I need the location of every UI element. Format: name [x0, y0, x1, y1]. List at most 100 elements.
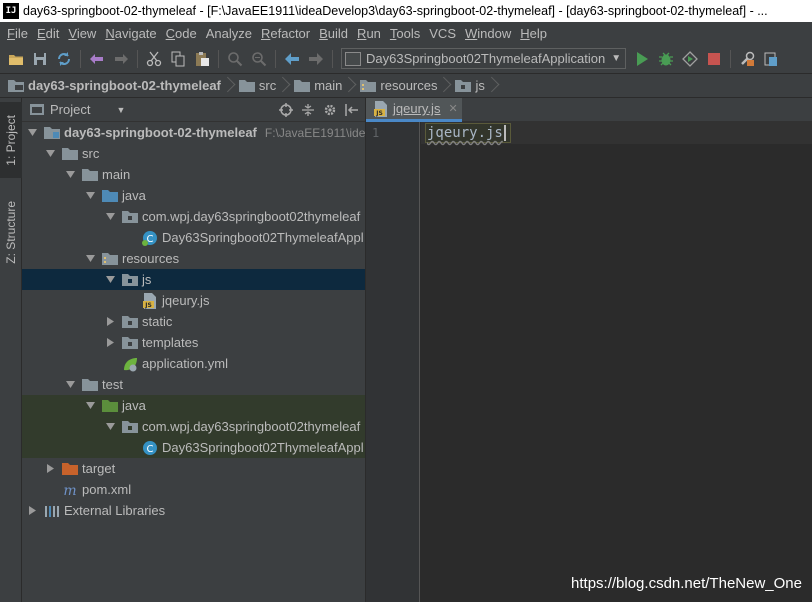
menu-analyze[interactable]: Analyze [203, 26, 258, 41]
expanded-arrow-icon[interactable] [104, 211, 116, 223]
tree-item-pom-xml[interactable]: m pom.xml [22, 479, 365, 500]
tree-item-templates[interactable]: templates [22, 332, 365, 353]
tree-item-project-root[interactable]: day63-springboot-02-thymeleaf F:\JavaEE1… [22, 122, 365, 143]
menu-tools[interactable]: Tools [387, 26, 426, 41]
copy-icon[interactable] [167, 48, 189, 70]
tree-item-main[interactable]: main [22, 164, 365, 185]
editor-text-area[interactable]: jqeury.js [421, 122, 812, 602]
menu-window[interactable]: Window [462, 26, 517, 41]
tree-item-test-java[interactable]: java [22, 395, 365, 416]
run-configuration-select[interactable]: Day63Springboot02ThymeleafApplication ▼ [341, 48, 627, 69]
menu-navigate[interactable]: Navigate [102, 26, 162, 41]
tree-item-external-libraries[interactable]: External Libraries [22, 500, 365, 521]
hide-panel-icon[interactable] [345, 103, 359, 117]
cut-icon[interactable] [143, 48, 165, 70]
collapsed-arrow-icon[interactable] [26, 505, 38, 517]
menu-file[interactable]: File [4, 26, 34, 41]
open-folder-icon[interactable] [5, 48, 27, 70]
close-icon[interactable]: ✕ [448, 102, 457, 115]
project-view-icon [30, 104, 44, 115]
toolbar-separator [80, 49, 81, 68]
tree-item-js-folder[interactable]: js [22, 269, 365, 290]
tool-tab-structure[interactable]: Z: Structure [0, 190, 22, 274]
menu-refactor[interactable]: Refactor [258, 26, 316, 41]
tree-item-resources[interactable]: resources [22, 248, 365, 269]
editor-gutter: 1 [366, 122, 420, 602]
expanded-arrow-icon[interactable] [26, 127, 38, 139]
excluded-folder-icon [62, 461, 78, 477]
collapse-all-icon[interactable] [301, 103, 315, 117]
gear-icon[interactable] [323, 103, 337, 117]
locate-icon[interactable] [279, 102, 293, 117]
tree-item-static[interactable]: static [22, 311, 365, 332]
menu-vcs[interactable]: VCS [426, 26, 462, 41]
package-folder-icon [122, 314, 138, 330]
menu-build[interactable]: Build [316, 26, 354, 41]
collapsed-arrow-icon[interactable] [104, 316, 116, 328]
breadcrumb-item-main[interactable]: main [294, 78, 342, 93]
tree-item-test[interactable]: test [22, 374, 365, 395]
menu-code[interactable]: Code [163, 26, 203, 41]
collapsed-arrow-icon[interactable] [44, 463, 56, 475]
java-class-icon: C [142, 440, 158, 456]
debug-icon[interactable] [655, 48, 677, 70]
stop-icon[interactable] [703, 48, 725, 70]
resources-folder-icon [102, 251, 118, 267]
chevron-down-icon[interactable]: ▼ [116, 105, 125, 115]
replace-icon[interactable] [248, 48, 270, 70]
run-icon[interactable] [631, 48, 653, 70]
tree-item-target[interactable]: target [22, 458, 365, 479]
breadcrumb-item-js[interactable]: js [455, 78, 485, 93]
save-icon[interactable] [29, 48, 51, 70]
package-icon [122, 419, 138, 435]
expanded-arrow-icon[interactable] [64, 379, 76, 391]
redo-icon[interactable] [110, 48, 132, 70]
menu-run[interactable]: Run [354, 26, 387, 41]
project-view-selector[interactable]: Project [50, 102, 90, 117]
window-title-bar: IJ day63-springboot-02-thymeleaf - [F:\J… [0, 0, 812, 22]
tree-item-application-class[interactable]: C Day63Springboot02ThymeleafAppl [22, 227, 365, 248]
paste-icon[interactable] [191, 48, 213, 70]
tree-item-test-class[interactable]: C Day63Springboot02ThymeleafAppl [22, 437, 365, 458]
expanded-arrow-icon[interactable] [84, 190, 96, 202]
tree-item-java[interactable]: java [22, 185, 365, 206]
menu-edit[interactable]: Edit [34, 26, 65, 41]
coverage-icon[interactable] [679, 48, 701, 70]
expanded-arrow-icon[interactable] [104, 421, 116, 433]
project-structure-icon[interactable] [760, 48, 782, 70]
menu-help[interactable]: Help [517, 26, 553, 41]
intellij-app-icon: IJ [3, 3, 19, 19]
expanded-arrow-icon[interactable] [104, 274, 116, 286]
left-tool-stripe: 1: Project Z: Structure [0, 98, 22, 602]
editor-tab-jqeury-js[interactable]: JS jqeury.js ✕ [366, 98, 462, 122]
expanded-arrow-icon[interactable] [44, 148, 56, 160]
settings-wrench-icon[interactable] [736, 48, 758, 70]
breadcrumb-item-project[interactable]: day63-springboot-02-thymeleaf [8, 78, 221, 93]
javascript-file-icon: JS [142, 292, 158, 309]
find-icon[interactable] [224, 48, 246, 70]
tree-item-src[interactable]: src [22, 143, 365, 164]
tree-item-jqeury-js[interactable]: JS jqeury.js [22, 290, 365, 311]
breadcrumb-item-src[interactable]: src [238, 78, 276, 93]
expanded-arrow-icon[interactable] [84, 253, 96, 265]
expanded-arrow-icon[interactable] [64, 169, 76, 181]
tree-item-package[interactable]: com.wpj.day63springboot02thymeleaf [22, 206, 365, 227]
tree-item-application-yml[interactable]: application.yml [22, 353, 365, 374]
tree-item-test-package[interactable]: com.wpj.day63springboot02thymeleaf [22, 416, 365, 437]
sync-icon[interactable] [53, 48, 75, 70]
project-tree: day63-springboot-02-thymeleaf F:\JavaEE1… [22, 122, 365, 521]
nav-back-icon[interactable] [281, 48, 303, 70]
menu-view[interactable]: View [65, 26, 102, 41]
tool-tab-project[interactable]: 1: Project [0, 102, 22, 178]
project-tool-window: Project ▼ day63-springboot-02-thymeleaf … [22, 98, 366, 602]
expanded-arrow-icon[interactable] [84, 400, 96, 412]
breadcrumb-item-resources[interactable]: resources [360, 78, 437, 93]
nav-forward-icon[interactable] [305, 48, 327, 70]
folder-icon [294, 80, 311, 92]
collapsed-arrow-icon[interactable] [104, 337, 116, 349]
breadcrumb-separator [225, 75, 235, 97]
undo-icon[interactable] [86, 48, 108, 70]
folder-icon [62, 146, 78, 162]
code-line-1[interactable]: jqeury.js [427, 125, 506, 141]
module-folder-icon [44, 125, 60, 141]
